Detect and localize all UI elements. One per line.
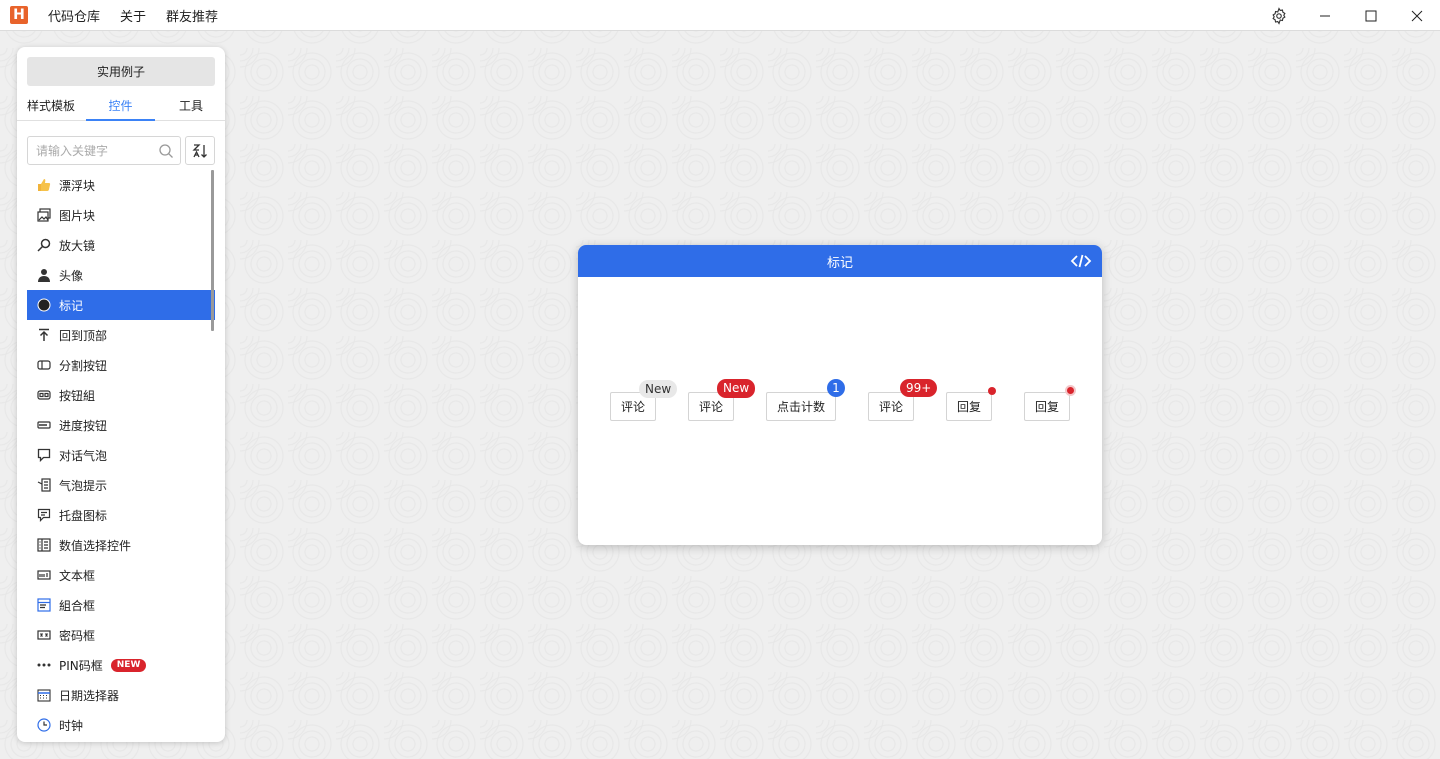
list-item-floating-block[interactable]: 漂浮块: [27, 170, 215, 200]
app-logo: H: [10, 6, 28, 24]
tab-tools[interactable]: 工具: [157, 95, 225, 121]
list-item-date-picker[interactable]: 日期选择器: [27, 680, 215, 710]
menu-about[interactable]: 关于: [120, 6, 146, 25]
examples-button[interactable]: 实用例子: [27, 57, 215, 86]
list-item-label: 按钮組: [59, 388, 96, 403]
list-item-mark[interactable]: 标记: [27, 290, 215, 320]
list-item-magnifier[interactable]: 放大镜: [27, 230, 215, 260]
maximize-icon: [1365, 10, 1377, 21]
list-item-label: 图片块: [59, 208, 96, 223]
close-icon: [1411, 10, 1423, 21]
list-item-label: 数值选择控件: [59, 538, 132, 553]
reply-button[interactable]: 回复: [946, 392, 992, 421]
tooltip-icon: [37, 478, 51, 492]
list-item-clock[interactable]: 时钟: [27, 710, 215, 740]
thumbs-up-icon: [37, 178, 51, 192]
list-item-password-box[interactable]: 密码框: [27, 620, 215, 650]
tray-icon: [37, 508, 51, 522]
list-item-label: 气泡提示: [59, 478, 108, 493]
list-item-pin-box[interactable]: PIN码框 NEW: [27, 650, 215, 680]
list-item-textbox[interactable]: 文本框: [27, 560, 215, 590]
list-item-label: 回到顶部: [59, 328, 108, 343]
list-item-combobox[interactable]: 組合框: [27, 590, 215, 620]
menu-recommend[interactable]: 群友推荐: [166, 6, 218, 25]
sidebar-tabs: 样式模板 控件 工具: [17, 95, 225, 121]
minimize-icon: [1320, 15, 1330, 16]
combobox-icon: [37, 598, 51, 612]
sort-button[interactable]: [185, 136, 215, 165]
password-icon: [37, 628, 51, 642]
mark-badge: New: [639, 380, 678, 398]
list-item-progress-button[interactable]: 进度按钮: [27, 410, 215, 440]
list-item-chat-bubble[interactable]: 对话气泡: [27, 440, 215, 470]
list-item-label: 日期选择器: [59, 688, 120, 703]
clock-icon: [37, 718, 51, 732]
list-item-label: 分割按钮: [59, 358, 108, 373]
list-item-label: 标记: [59, 298, 84, 313]
tab-controls[interactable]: 控件: [86, 95, 155, 121]
dot-mark: [988, 387, 996, 395]
click-count-button[interactable]: 点击计数: [766, 392, 836, 421]
mark-badge: 1: [827, 379, 845, 397]
card-header: 标记: [578, 245, 1102, 277]
calendar-icon: [37, 688, 51, 702]
button-group-icon: [37, 388, 51, 402]
card-title: 标记: [826, 255, 853, 271]
sidebar: 实用例子 样式模板 控件 工具 漂浮块 图片块 放大镜 头像 标记: [17, 47, 225, 742]
mark-badge: 99+: [900, 379, 938, 397]
search-input[interactable]: [36, 137, 156, 164]
chat-bubble-icon: [37, 448, 51, 462]
mark-badge: New: [717, 379, 756, 398]
new-badge: NEW: [110, 658, 147, 672]
control-list: 漂浮块 图片块 放大镜 头像 标记 回到顶部 分割按钮 按钮組 进度按钮 对话气…: [27, 170, 215, 740]
search-icon[interactable]: [158, 143, 174, 159]
image-block-icon: [37, 208, 51, 222]
list-item-label: 进度按钮: [59, 418, 108, 433]
list-item-image-block[interactable]: 图片块: [27, 200, 215, 230]
window-controls: [1256, 0, 1440, 31]
arrow-up-icon: [37, 328, 51, 342]
sidebar-scrollbar[interactable]: [211, 170, 214, 331]
close-button[interactable]: [1394, 0, 1440, 31]
person-icon: [37, 268, 51, 282]
sort-az-icon: [192, 143, 207, 158]
reply-button[interactable]: 回复: [1024, 392, 1070, 421]
list-item-label: 文本框: [59, 568, 96, 583]
list-item-button-group[interactable]: 按钮組: [27, 380, 215, 410]
list-item-label: 托盘图标: [59, 508, 108, 523]
maximize-button[interactable]: [1348, 0, 1394, 31]
list-item-tooltip[interactable]: 气泡提示: [27, 470, 215, 500]
textbox-icon: [37, 568, 51, 582]
list-item-label: PIN码框: [59, 658, 103, 673]
circle-icon: [37, 298, 51, 312]
split-button-icon: [37, 358, 51, 372]
list-item-label: 漂浮块: [59, 178, 96, 193]
settings-button[interactable]: [1256, 0, 1302, 31]
list-item-label: 头像: [59, 268, 84, 283]
dots-icon: [37, 658, 51, 672]
code-icon[interactable]: [1070, 253, 1092, 269]
search-box: [27, 136, 181, 165]
dot-ring-mark: [1065, 385, 1076, 396]
title-bar: H 代码仓库 关于 群友推荐: [0, 0, 1440, 31]
list-item-split-button[interactable]: 分割按钮: [27, 350, 215, 380]
list-item-label: 放大镜: [59, 238, 96, 253]
magnifier-icon: [37, 238, 51, 252]
list-item-back-to-top[interactable]: 回到顶部: [27, 320, 215, 350]
list-item-label: 組合框: [59, 598, 96, 613]
minimize-button[interactable]: [1302, 0, 1348, 31]
numeric-picker-icon: [37, 538, 51, 552]
list-item-avatar[interactable]: 头像: [27, 260, 215, 290]
list-item-label: 时钟: [59, 718, 84, 733]
gear-icon: [1272, 6, 1286, 25]
list-item-label: 对话气泡: [59, 448, 108, 463]
list-item-numeric-picker[interactable]: 数值选择控件: [27, 530, 215, 560]
progress-button-icon: [37, 418, 51, 432]
list-item-label: 密码框: [59, 628, 96, 643]
demo-card: 标记 评论 New 评论 New 点击计数 1 评论 99+ 回复 回复: [578, 245, 1102, 545]
menu-code-repo[interactable]: 代码仓库: [48, 6, 100, 25]
tab-style-templates[interactable]: 样式模板: [17, 95, 85, 121]
list-item-tray-icon[interactable]: 托盘图标: [27, 500, 215, 530]
